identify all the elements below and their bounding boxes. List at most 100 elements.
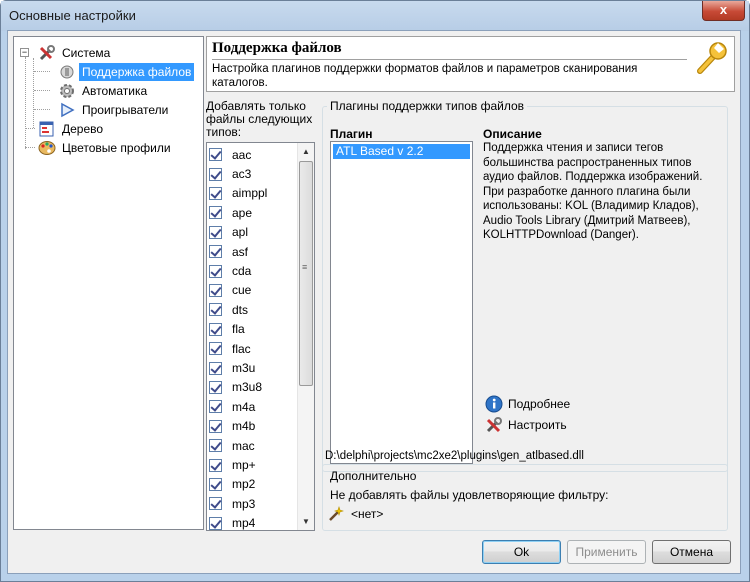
tree-item-automation[interactable]: Автоматика — [58, 81, 150, 99]
extension-checkbox[interactable] — [209, 303, 222, 317]
scroll-down-arrow-icon[interactable]: ▼ — [298, 513, 314, 530]
tree-item-players[interactable]: Проигрыватели — [58, 100, 171, 118]
extension-item[interactable]: m3u — [209, 358, 255, 377]
title-bar[interactable]: Основные настройки x — [1, 1, 749, 31]
tree-item-file-support[interactable]: Поддержка файлов — [58, 62, 195, 81]
extension-label: mp4 — [232, 516, 256, 531]
plugin-item-selected[interactable]: ATL Based v 2.2 — [333, 144, 470, 159]
extension-label: ape — [232, 205, 253, 220]
scroll-up-arrow-icon[interactable]: ▲ — [298, 143, 314, 160]
tree-expander[interactable]: − — [20, 48, 29, 57]
extension-checkbox[interactable] — [209, 458, 222, 472]
ok-button[interactable]: Ok — [482, 540, 561, 564]
more-button[interactable]: Подробнее — [485, 395, 570, 413]
extension-label: m3u8 — [232, 380, 263, 395]
filter-value: <нет> — [351, 507, 384, 521]
tree-item-label: Цветовые профили — [62, 140, 171, 155]
close-button[interactable]: x — [702, 1, 745, 21]
extension-checkbox[interactable] — [209, 516, 222, 530]
extension-item[interactable]: ac3 — [209, 164, 251, 183]
extension-checkbox[interactable] — [209, 497, 222, 511]
extension-item[interactable]: aac — [209, 145, 251, 164]
page-header: Поддержка файлов Настройка плагинов подд… — [206, 36, 735, 92]
extensions-scrollbar[interactable]: ▲ ≡ ▼ — [297, 143, 314, 530]
extension-label: m4a — [232, 399, 256, 414]
tree-item-sistema[interactable]: Система — [38, 43, 113, 61]
extension-checkbox[interactable] — [209, 380, 222, 394]
settings-tree[interactable]: − Система Поддержка файлов Автоматика Пр… — [13, 36, 204, 530]
tools-icon — [38, 44, 56, 61]
filter-selector[interactable]: <нет> — [327, 506, 383, 522]
extensions-list[interactable]: aac ac3 aimppl ape apl asf cda cue dts fla flac m3u… — [206, 142, 315, 531]
extension-checkbox[interactable] — [209, 245, 222, 259]
extension-item[interactable]: ape — [209, 203, 252, 222]
extension-item[interactable]: m4a — [209, 397, 255, 416]
extension-item[interactable]: mp3 — [209, 494, 255, 513]
extension-checkbox[interactable] — [209, 186, 222, 200]
scrollbar-thumb[interactable]: ≡ — [299, 161, 313, 386]
play-icon — [58, 102, 76, 118]
scrollbar-grip: ≡ — [302, 262, 308, 272]
extension-item[interactable]: mp+ — [209, 455, 256, 474]
plugins-group-title: Плагины поддержки типов файлов — [327, 99, 528, 113]
extension-item[interactable]: m4b — [209, 417, 255, 436]
extension-label: apl — [232, 225, 249, 240]
extension-checkbox[interactable] — [209, 264, 222, 278]
extension-checkbox[interactable] — [209, 477, 222, 491]
extension-checkbox[interactable] — [209, 342, 222, 356]
extension-label: flac — [232, 341, 251, 356]
extension-item[interactable]: aimppl — [209, 184, 267, 203]
plugins-list[interactable]: ATL Based v 2.2 — [330, 141, 473, 464]
more-label: Подробнее — [508, 397, 571, 411]
extension-checkbox[interactable] — [209, 167, 222, 181]
extension-label: mac — [232, 438, 255, 453]
tree-item-color-profiles[interactable]: Цветовые профили — [38, 138, 174, 156]
extension-checkbox[interactable] — [209, 322, 222, 336]
extension-checkbox[interactable] — [209, 361, 222, 375]
apply-button[interactable]: Применить — [567, 540, 646, 564]
extension-item[interactable]: mp2 — [209, 475, 255, 494]
configure-label: Настроить — [508, 418, 567, 432]
tree-line — [34, 71, 50, 72]
plugin-path: D:\delphi\projects\mc2xe2\plugins\gen_at… — [325, 450, 584, 462]
extension-label: cue — [232, 283, 252, 298]
tree-item-label: Проигрыватели — [82, 102, 169, 117]
configure-button[interactable]: Настроить — [485, 416, 567, 434]
gear-icon — [58, 83, 76, 99]
extension-checkbox[interactable] — [209, 439, 222, 453]
extension-label: m4b — [232, 419, 256, 434]
extension-label: mp2 — [232, 477, 256, 492]
plugin-icon — [58, 64, 76, 80]
plugin-column-header: Плагин — [330, 127, 373, 141]
description-header: Описание — [483, 127, 542, 141]
window-title: Основные настройки — [9, 8, 136, 23]
extension-item[interactable]: m3u8 — [209, 378, 262, 397]
extension-item[interactable]: mp4 — [209, 514, 256, 531]
extension-item[interactable]: mac — [209, 436, 255, 455]
extension-checkbox[interactable] — [209, 206, 222, 220]
extension-label: mp3 — [232, 496, 256, 511]
extension-checkbox[interactable] — [209, 283, 222, 297]
extension-item[interactable]: flac — [209, 339, 251, 358]
cancel-button[interactable]: Отмена — [652, 540, 731, 564]
extension-item[interactable]: apl — [209, 223, 248, 242]
plugin-description: Поддержка чтения и записи тегов большинс… — [483, 142, 703, 241]
extension-checkbox[interactable] — [209, 400, 222, 414]
extension-item[interactable]: asf — [209, 242, 248, 261]
header-divider — [212, 59, 687, 60]
tree-line — [34, 90, 50, 91]
extension-checkbox[interactable] — [209, 148, 222, 162]
extension-item[interactable]: cue — [209, 281, 251, 300]
extension-label: dts — [232, 302, 249, 317]
extension-checkbox[interactable] — [209, 419, 222, 433]
tree-item-tree[interactable]: Дерево — [38, 119, 106, 137]
tree-item-label: Поддержка файлов — [79, 62, 195, 81]
extension-label: mp+ — [232, 458, 256, 473]
tree-item-label: Автоматика — [82, 83, 148, 98]
wrench-icon — [694, 41, 728, 75]
extension-item[interactable]: fla — [209, 320, 245, 339]
extension-item[interactable]: cda — [209, 261, 251, 280]
extension-item[interactable]: dts — [209, 300, 248, 319]
extension-checkbox[interactable] — [209, 225, 222, 239]
tree-line — [25, 128, 35, 129]
